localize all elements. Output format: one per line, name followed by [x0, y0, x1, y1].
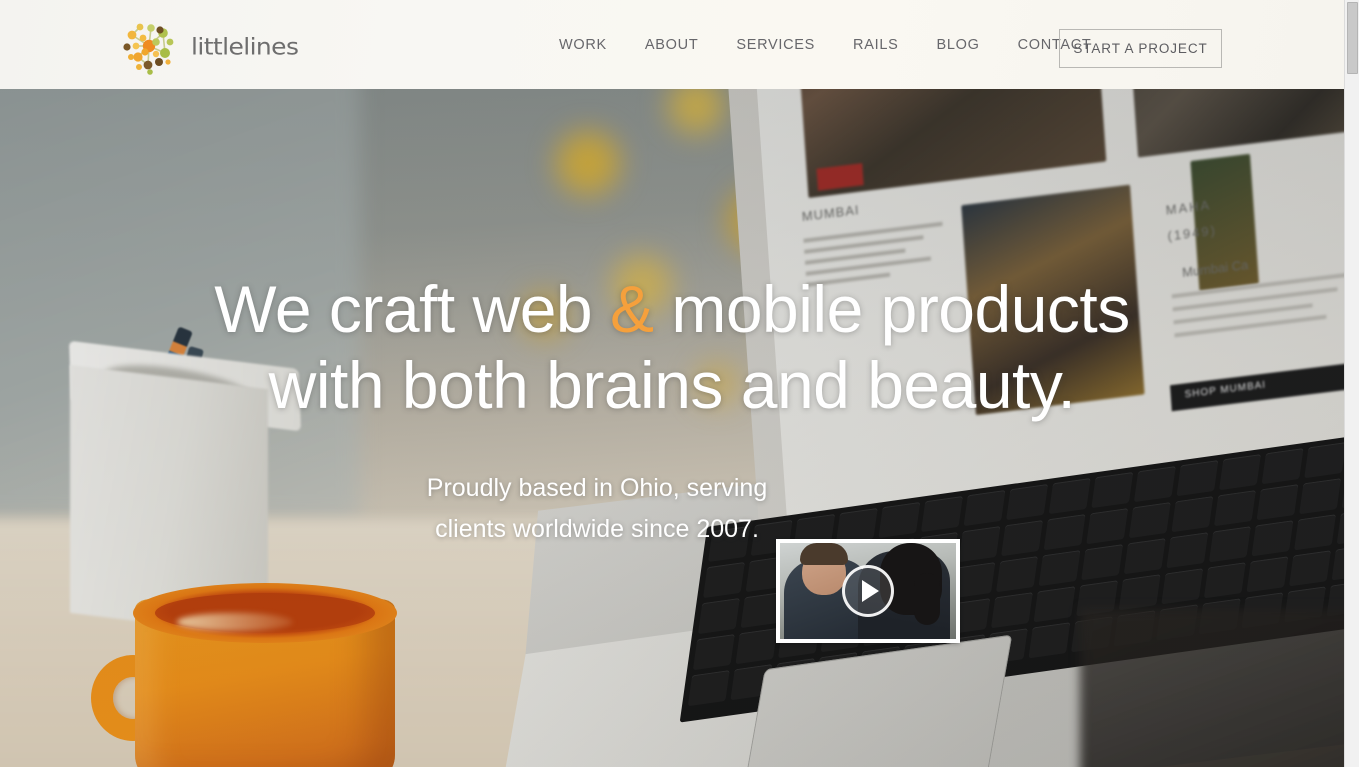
subhead-line-1: Proudly based in Ohio, serving: [426, 474, 768, 502]
headline-line-2: with both brains and beauty.: [268, 347, 1076, 422]
page-root: littlelines WORK ABOUT SERVICES RAILS BL…: [0, 0, 1359, 767]
site-logo[interactable]: littlelines: [118, 17, 299, 75]
scrollbar-thumb[interactable]: [1347, 2, 1358, 74]
vertical-scrollbar[interactable]: [1344, 0, 1359, 767]
browser-viewport: littlelines WORK ABOUT SERVICES RAILS BL…: [0, 0, 1344, 767]
littlelines-dots-logo-icon: [118, 17, 180, 75]
headline-part-2: mobile products: [653, 272, 1130, 346]
nav-link-work[interactable]: WORK: [540, 37, 626, 53]
nav-link-about[interactable]: ABOUT: [626, 37, 717, 53]
logo-wordmark: littlelines: [191, 32, 299, 60]
main-navigation: WORK ABOUT SERVICES RAILS BLOG CONTACT: [540, 0, 1110, 89]
play-icon[interactable]: [842, 565, 894, 617]
headline-part-1: We craft web: [214, 272, 610, 346]
nav-link-blog[interactable]: BLOG: [917, 37, 998, 53]
headline-ampersand: &: [609, 272, 654, 346]
hero-section: MUMBAI MAHA (1949) Mumbai Ca SHOP MUMBAI: [0, 89, 1344, 767]
header-inner: littlelines WORK ABOUT SERVICES RAILS BL…: [0, 0, 1344, 89]
hero-headline: We craft web & mobile products with both…: [0, 272, 1344, 424]
hero-copy: We craft web & mobile products with both…: [0, 89, 1344, 767]
hero-video-thumbnail[interactable]: [776, 539, 960, 643]
site-header: littlelines WORK ABOUT SERVICES RAILS BL…: [0, 0, 1344, 89]
nav-link-services[interactable]: SERVICES: [717, 37, 834, 53]
start-a-project-button[interactable]: START A PROJECT: [1059, 29, 1222, 68]
hero-subheading: Proudly based in Ohio, serving clients w…: [0, 468, 1344, 551]
nav-link-rails[interactable]: RAILS: [834, 37, 917, 53]
